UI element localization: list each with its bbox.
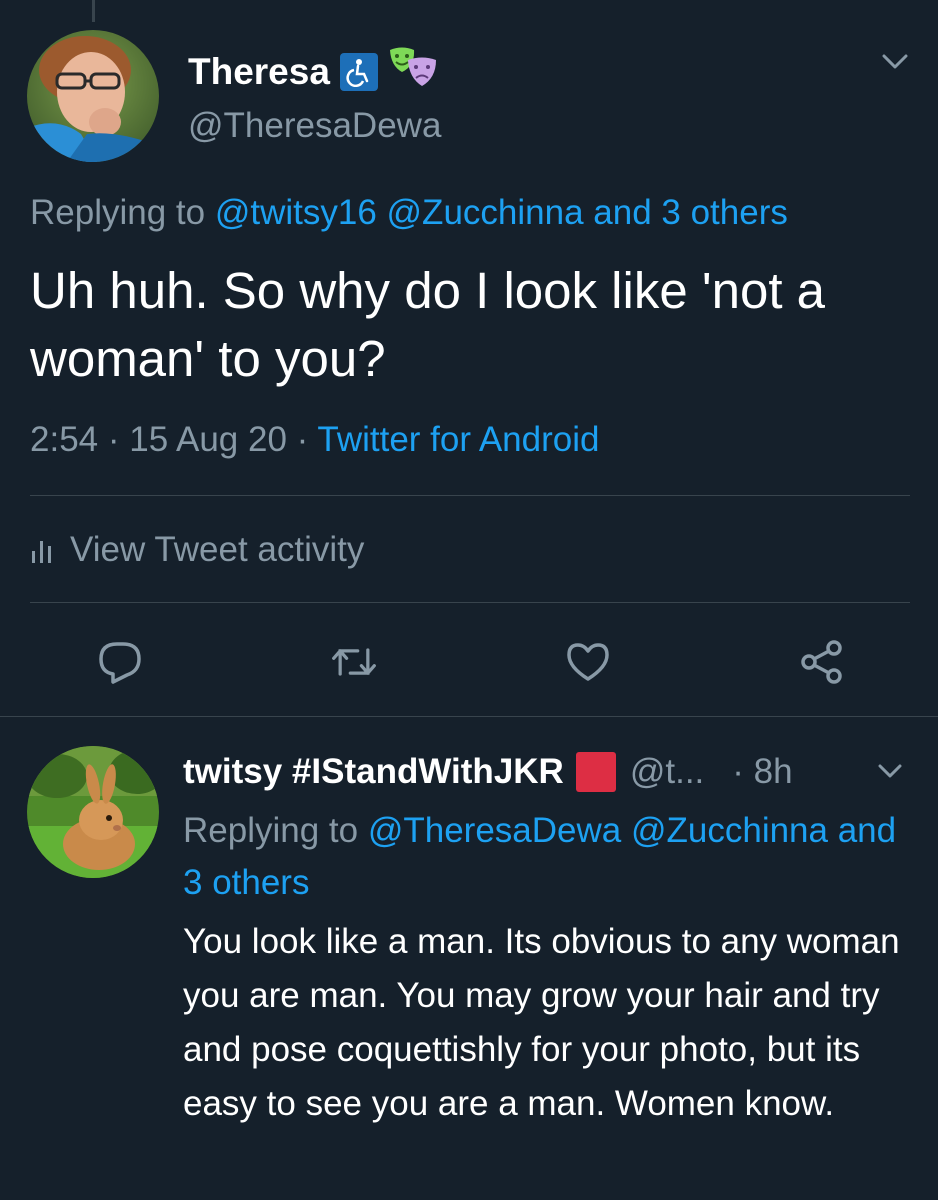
reply-replying-to: Replying to @TheresaDewa @Zucchinna and …: [183, 805, 903, 909]
reply-icon: [99, 642, 141, 684]
reply-time[interactable]: · 8h: [732, 752, 792, 792]
chevron-down-icon[interactable]: [876, 760, 904, 782]
meta-separator: ·: [107, 420, 120, 459]
reply-handle[interactable]: @t...: [630, 752, 704, 792]
reply-tweet-text: You look like a man. Its obvious to any …: [183, 922, 900, 1123]
thread-line: [92, 0, 95, 22]
activity-label: View Tweet activity: [70, 530, 365, 569]
reply-header: twitsy #IStandWithJKR @t... · 8h: [183, 752, 793, 792]
like-button[interactable]: [564, 638, 612, 686]
tweet-source-link[interactable]: Twitter for Android: [317, 420, 599, 459]
divider: [30, 602, 910, 603]
reply-button[interactable]: [96, 638, 144, 686]
handle[interactable]: @TheresaDewa: [188, 106, 441, 146]
red-square-icon: [575, 752, 616, 792]
tweet-date: 15 Aug 20: [129, 420, 287, 459]
reply-display-name[interactable]: twitsy #IStandWithJKR: [183, 752, 564, 792]
chevron-down-icon[interactable]: [880, 50, 910, 74]
tweet-text: Uh huh. So why do I look like 'not a wom…: [30, 262, 826, 387]
bar-chart-icon: [32, 541, 51, 563]
heart-icon: [567, 643, 609, 681]
meta-separator: ·: [296, 420, 309, 459]
avatar[interactable]: [27, 30, 159, 162]
replying-prefix: Replying to: [183, 811, 359, 850]
view-tweet-activity-button[interactable]: View Tweet activity: [30, 530, 364, 570]
divider: [30, 495, 910, 496]
display-name[interactable]: Theresa: [188, 51, 330, 93]
theater-masks-icon: [388, 46, 440, 97]
reply-avatar[interactable]: [27, 746, 159, 878]
retweet-icon: [332, 648, 376, 676]
retweet-button[interactable]: [330, 638, 378, 686]
display-name-row[interactable]: Theresa: [188, 46, 440, 97]
replying-prefix: Replying to: [30, 193, 206, 232]
replying-mentions-link[interactable]: @twitsy16 @Zucchinna and 3 others: [215, 193, 788, 232]
replying-to: Replying to @twitsy16 @Zucchinna and 3 o…: [30, 193, 788, 233]
tweet-divider: [0, 716, 938, 717]
share-button[interactable]: [798, 638, 846, 686]
tweet-meta: 2:54 · 15 Aug 20 · Twitter for Android: [30, 420, 599, 460]
tweet-time: 2:54: [30, 420, 99, 459]
share-icon: [801, 640, 842, 684]
wheelchair-icon: [339, 52, 378, 91]
